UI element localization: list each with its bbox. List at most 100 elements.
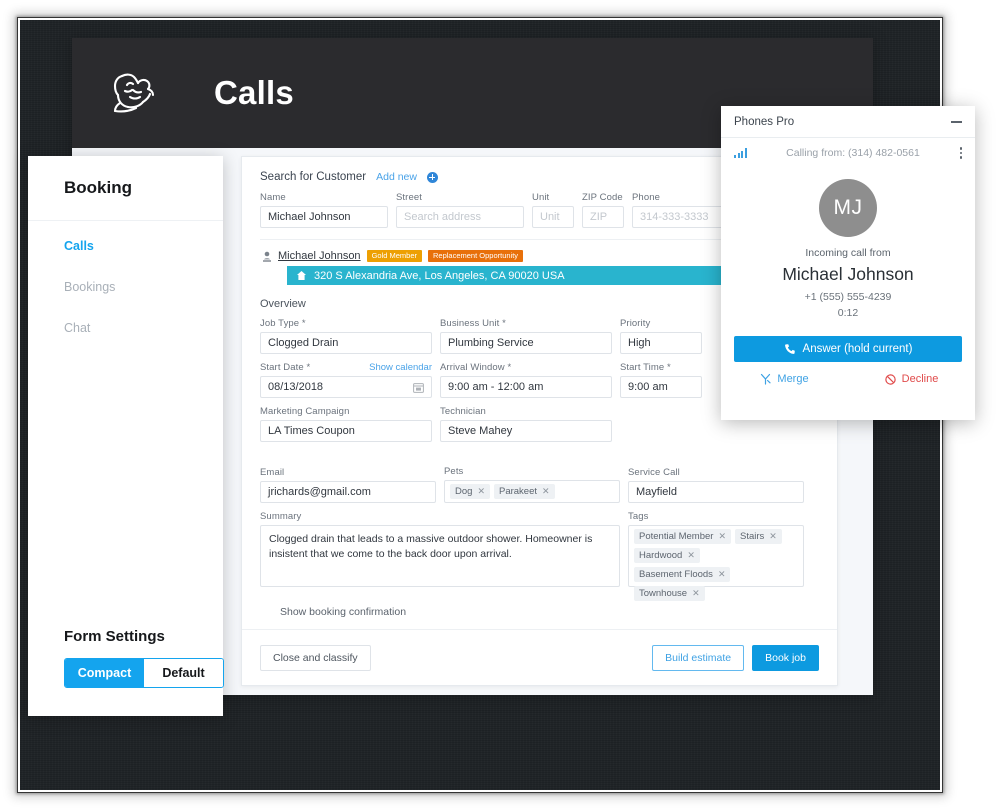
job-type-label: Job Type * [260,318,306,330]
chip-remove-icon[interactable]: ✕ [687,550,695,561]
chip-remove-icon[interactable]: ✕ [692,588,700,599]
technician-field-group: Technician Steve Mahey [440,406,612,443]
phone-input[interactable]: 314-333-3333 [632,206,724,228]
customer-result-name[interactable]: Michael Johnson [278,250,361,262]
calendar-icon[interactable] [413,382,424,393]
merge-button[interactable]: Merge [721,373,848,385]
add-new-link[interactable]: Add new [376,171,417,183]
name-input[interactable]: Michael Johnson [260,206,388,228]
minimize-icon[interactable] [951,120,962,123]
service-call-input[interactable]: Mayfield [628,481,804,504]
start-date-input[interactable]: 08/13/2018 [260,376,432,399]
priority-input[interactable]: High [620,332,702,355]
pets-chip-box[interactable]: Dog ✕ Parakeet ✕ [444,480,620,504]
unit-label: Unit [532,192,550,203]
chip-remove-icon[interactable]: ✕ [477,486,485,497]
unit-input[interactable]: Unit [532,206,574,228]
sidebar-item-bookings[interactable]: Bookings [64,280,223,294]
app-title: Calls [214,74,294,111]
sidebar-item-chat[interactable]: Chat [64,321,223,335]
details-row-2: Summary Clogged drain that leads to a ma… [260,511,819,602]
phone-widget-title: Phones Pro [734,115,795,128]
business-unit-input[interactable]: Plumbing Service [440,332,612,355]
merge-icon [760,373,772,385]
marketing-campaign-field-group: Marketing Campaign LA Times Coupon [260,406,432,443]
marketing-campaign-input[interactable]: LA Times Coupon [260,420,432,443]
show-calendar-link[interactable]: Show calendar [369,362,432,373]
kebab-menu-icon[interactable] [959,147,962,159]
form-settings-section: Form Settings Compact Default [28,628,224,716]
phone-secondary-actions: Merge Decline [721,373,975,385]
summary-field-group: Summary Clogged drain that leads to a ma… [260,511,620,588]
start-time-input[interactable]: 9:00 am [620,376,702,399]
job-type-field-group: Job Type * Clogged Drain [260,318,432,355]
chip-label: Basement Floods [639,569,713,581]
form-footer: Close and classify Build estimate Book j… [242,629,837,685]
service-call-field-group: Service Call Mayfield [628,467,804,504]
tags-chip-box[interactable]: Potential Member ✕ Stairs ✕ Hardwood ✕ Base… [628,525,804,602]
chip-remove-icon[interactable]: ✕ [542,486,550,497]
chip-remove-icon[interactable]: ✕ [718,531,726,542]
answer-button[interactable]: Answer (hold current) [734,336,962,362]
chip-tag[interactable]: Basement Floods ✕ [634,567,731,583]
form-settings-segmented-control[interactable]: Compact Default [64,658,224,688]
avatar: MJ [819,179,877,237]
chip-label: Townhouse [639,588,688,600]
chip-tag[interactable]: Potential Member ✕ [634,529,731,545]
job-type-input[interactable]: Clogged Drain [260,332,432,355]
phone-field-group: Phone 314-333-3333 [632,192,724,228]
arrival-window-input[interactable]: 9:00 am - 12:00 am [440,376,612,399]
signal-bars-icon [734,148,747,158]
summary-textarea[interactable]: Clogged drain that leads to a massive ou… [260,525,620,588]
chip-remove-icon[interactable]: ✕ [769,531,777,542]
form-settings-compact-option[interactable]: Compact [65,659,144,687]
pets-label: Pets [444,466,464,478]
street-field-group: Street Search address [396,192,524,228]
caller-name: Michael Johnson [782,264,914,284]
chip-tag[interactable]: Hardwood ✕ [634,548,700,564]
street-input[interactable]: Search address [396,206,524,228]
show-booking-confirmation-link[interactable]: Show booking confirmation [280,606,819,618]
email-field-group: Email jrichards@gmail.com [260,467,436,504]
chip-tag[interactable]: Townhouse ✕ [634,586,705,602]
sidebar-item-calls[interactable]: Calls [64,239,223,253]
screenshot-stage: Calls Search for Customer Add new Name M… [0,0,1000,808]
side-panel-header: Booking [28,156,223,221]
side-panel-nav: Calls Bookings Chat [28,221,223,335]
chip-tag[interactable]: Stairs ✕ [735,529,782,545]
customer-address-bar[interactable]: 320 S Alexandria Ave, Los Angeles, CA 90… [287,266,739,286]
answer-button-label: Answer (hold current) [802,343,913,355]
summary-label: Summary [260,511,302,523]
chip-label: Potential Member [639,531,714,543]
zip-input[interactable]: ZIP [582,206,624,228]
chip-remove-icon[interactable]: ✕ [718,569,726,580]
technician-input[interactable]: Steve Mahey [440,420,612,443]
start-date-value: 08/13/2018 [268,381,324,394]
build-estimate-button[interactable]: Build estimate [652,644,745,671]
email-label: Email [260,467,285,479]
priority-field-group: Priority High [620,318,702,355]
decline-button[interactable]: Decline [848,373,975,385]
name-field-group: Name Michael Johnson [260,192,388,228]
form-settings-default-option[interactable]: Default [144,659,223,687]
email-input[interactable]: jrichards@gmail.com [260,481,436,504]
calling-from-label: Calling from: (314) 482-0561 [786,147,920,159]
arrival-window-label: Arrival Window * [440,362,512,374]
priority-label: Priority [620,318,651,330]
chip-label: Hardwood [639,550,683,562]
booking-side-panel: Booking Calls Bookings Chat Form Setting… [28,156,224,716]
plus-circle-icon[interactable] [426,171,438,183]
details-row-1: Email jrichards@gmail.com Pets Dog ✕ Para… [260,466,819,504]
call-duration: 0:12 [837,307,859,319]
chip-pet[interactable]: Parakeet ✕ [493,484,555,500]
search-for-customer-label: Search for Customer [260,171,367,183]
book-job-button[interactable]: Book job [752,644,819,671]
phone-widget-subheader: Calling from: (314) 482-0561 [721,138,975,168]
close-and-classify-button[interactable]: Close and classify [260,644,371,671]
chip-pet[interactable]: Dog ✕ [450,484,490,500]
phone-icon [784,343,796,355]
decline-label: Decline [901,373,939,385]
chip-label: Parakeet [498,486,538,498]
technician-label: Technician [440,406,486,418]
phone-widget: Phones Pro Calling from: (314) 482-0561 … [721,106,975,420]
